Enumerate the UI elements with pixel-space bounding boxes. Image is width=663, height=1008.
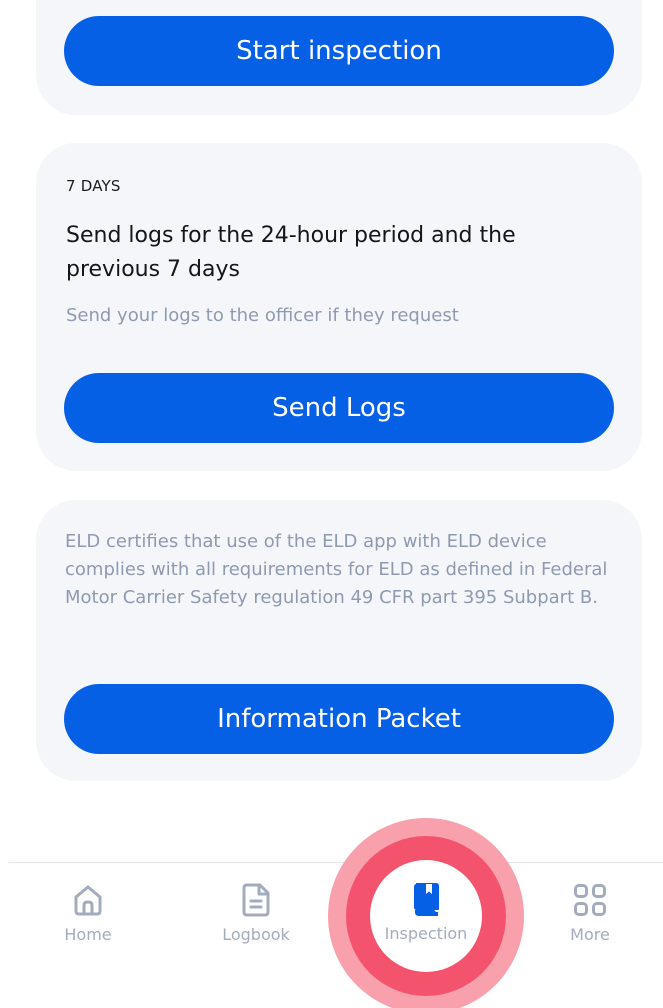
nav-item-home[interactable]: Home xyxy=(28,863,148,963)
send-logs-button[interactable]: Send Logs xyxy=(64,373,614,443)
nav-item-logbook[interactable]: Logbook xyxy=(196,863,316,963)
nav-label-inspection: Inspection xyxy=(384,924,468,943)
nav-label-home: Home xyxy=(64,925,112,944)
start-inspection-card: Start inspection xyxy=(36,0,642,115)
nav-label-logbook: Logbook xyxy=(222,925,290,944)
nav-item-more[interactable]: More xyxy=(530,863,650,963)
nav-item-inspection[interactable]: Inspection xyxy=(366,862,486,962)
nav-label-more: More xyxy=(570,925,610,944)
seven-days-card: 7 DAYS Send logs for the 24-hour period … xyxy=(36,143,642,471)
inspection-screen: Start inspection 7 DAYS Send logs for th… xyxy=(0,0,663,1008)
information-card: ELD certifies that use of the ELD app wi… xyxy=(36,500,642,781)
card-subtitle: Send your logs to the officer if they re… xyxy=(66,305,459,326)
card-eyebrow: 7 DAYS xyxy=(66,177,121,195)
card-title: Send logs for the 24-hour period and the… xyxy=(66,223,516,282)
document-icon xyxy=(238,881,274,919)
book-icon xyxy=(408,880,444,918)
information-packet-button[interactable]: Information Packet xyxy=(64,684,614,754)
grid-icon xyxy=(572,881,608,919)
eld-certification-text: ELD certifies that use of the ELD app wi… xyxy=(65,531,608,608)
home-icon xyxy=(70,881,106,919)
start-inspection-button[interactable]: Start inspection xyxy=(64,16,614,86)
